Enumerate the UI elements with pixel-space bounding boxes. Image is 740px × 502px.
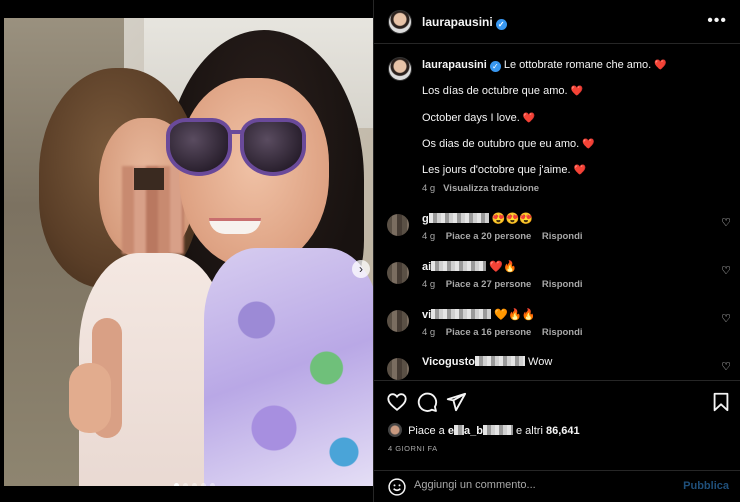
comment-likes[interactable]: Piace a 16 persone (446, 327, 532, 338)
likes-suffix: e altri (515, 425, 543, 437)
carousel-dot (201, 483, 206, 486)
heart-emoji: ❤️ (573, 165, 587, 176)
post-media[interactable]: › (0, 0, 373, 502)
like-heart-icon[interactable] (386, 391, 408, 413)
comment-meta: 4 g Piace a 27 persone Rispondi (422, 279, 583, 290)
post-time-ago: 4 GIORNI FA (388, 444, 438, 453)
reply-button[interactable]: Rispondi (542, 327, 583, 338)
redacted-username (431, 261, 487, 271)
caption-text-2: Los días de octubre que amo. (422, 85, 568, 97)
reply-button[interactable]: Rispondi (542, 231, 583, 242)
floral-blouse (204, 248, 373, 486)
heart-emoji: ❤️ (570, 86, 584, 97)
comment-text: 🧡🔥🔥 (494, 309, 536, 321)
more-options-icon[interactable]: ••• (707, 12, 727, 30)
comments-list[interactable]: laurapausini ✓ Le ottobrate romane che am… (374, 44, 740, 380)
redacted-username (428, 213, 489, 223)
comment-2: ai ❤️🔥 (422, 260, 517, 273)
comment-likes[interactable]: Piace a 27 persone (446, 279, 532, 290)
translate-link[interactable]: Visualizza traduzione (443, 183, 539, 194)
comment-time: 4 g (422, 231, 436, 242)
comment-avatar[interactable] (387, 262, 409, 284)
next-photo-button[interactable]: › (352, 260, 370, 278)
verified-badge-icon: ✓ (495, 19, 507, 30)
like-comment-heart-icon[interactable]: ♡ (721, 264, 731, 277)
caption-username[interactable]: laurapausini (422, 59, 487, 71)
avatar[interactable] (388, 10, 412, 34)
comment-text: 😍😍😍 (491, 213, 533, 225)
sunglasses-right-lens (240, 118, 306, 176)
caption-text-4: Os dias de outubro que eu amo. (422, 138, 580, 150)
smile (209, 218, 261, 234)
post-photo[interactable]: › (4, 18, 373, 486)
comment-avatar[interactable] (387, 214, 409, 236)
heart-emoji: ❤️ (522, 113, 536, 124)
caption-text-1: Le ottobrate romane che amo. (503, 59, 652, 71)
comment-text: Wow (528, 356, 553, 368)
likes-prefix: Piace a (408, 425, 445, 437)
comment-1: g 😍😍😍 (422, 212, 533, 225)
header-username-text[interactable]: laurapausini (422, 15, 493, 29)
emoji-smiley-icon[interactable] (387, 477, 407, 497)
caption-line-3: October days I love. ❤️ (422, 112, 535, 124)
caption-avatar[interactable] (388, 57, 412, 81)
face-blur-pixelation-dark (134, 168, 164, 190)
caption-text-3: October days I love. (422, 112, 520, 124)
hand (69, 363, 111, 433)
caption-time: 4 g (422, 183, 436, 194)
redacted-username (482, 425, 513, 435)
caption-line-2: Los días de octubre que amo. ❤️ (422, 85, 583, 97)
carousel-dot (210, 483, 215, 486)
comment-avatar[interactable] (387, 310, 409, 332)
heart-emoji: ❤️ (654, 60, 667, 71)
post-header: laurapausini ✓ ••• (374, 0, 740, 44)
comment-time: 4 g (422, 279, 436, 290)
comment-time: 4 g (422, 327, 436, 338)
publish-button[interactable]: Pubblica (683, 480, 729, 492)
comment-text: ❤️🔥 (489, 261, 517, 273)
comment-3: vi 🧡🔥🔥 (422, 308, 535, 321)
header-username[interactable]: laurapausini ✓ (422, 15, 507, 30)
redacted-username (453, 425, 464, 435)
share-send-icon[interactable] (445, 391, 467, 413)
like-comment-heart-icon[interactable]: ♡ (721, 360, 731, 373)
comment-likes[interactable]: Piace a 20 persone (446, 231, 532, 242)
comment-meta: 4 g Piace a 20 persone Rispondi (422, 231, 583, 242)
liker-username-mid[interactable]: a_b (464, 425, 483, 437)
likes-count[interactable]: 86,641 (546, 425, 580, 437)
like-comment-heart-icon[interactable]: ♡ (721, 216, 731, 229)
comment-username[interactable]: Vicogusto (422, 356, 475, 368)
comment-meta: 4 g Piace a 16 persone Rispondi (422, 327, 583, 338)
like-comment-heart-icon[interactable]: ♡ (721, 312, 731, 325)
heart-emoji: ❤️ (582, 139, 595, 150)
caption-line-5: Les jours d'octobre que j'aime. ❤️ (422, 164, 586, 176)
redacted-username (474, 356, 525, 366)
comment-username[interactable]: ai (422, 261, 431, 273)
caption-line-4: Os dias de outubro que eu amo. ❤️ (422, 138, 595, 150)
verified-badge-icon: ✓ (489, 61, 501, 72)
post-actions: Piace a e a_b e altri 86,641 4 GIORNI FA (374, 380, 740, 470)
comment-bubble-icon[interactable] (416, 391, 438, 413)
carousel-dots (174, 483, 215, 486)
carousel-dot-active (174, 483, 179, 486)
bookmark-icon[interactable] (710, 391, 732, 413)
comment-username[interactable]: vi (422, 309, 431, 321)
redacted-username (431, 309, 492, 319)
carousel-dot (183, 483, 188, 486)
sunglasses-left-lens (166, 118, 232, 176)
sunglasses-bridge (228, 130, 244, 134)
comment-4: Vicogusto Wow (422, 356, 552, 368)
caption-text-5: Les jours d'octobre que j'aime. (422, 164, 571, 176)
post-side-panel: laurapausini ✓ ••• laurapausini ✓ Le ottob… (373, 0, 740, 502)
reply-button[interactable]: Rispondi (542, 279, 583, 290)
comment-username[interactable]: g (422, 213, 429, 225)
caption-meta: 4 g Visualizza traduzione (422, 183, 539, 194)
liker-avatar (388, 423, 402, 437)
add-comment-input[interactable] (414, 479, 674, 491)
caption-line-1: laurapausini ✓ Le ottobrate romane che am… (422, 59, 667, 72)
likes-summary[interactable]: Piace a e a_b e altri 86,641 (388, 423, 580, 437)
comment-avatar[interactable] (387, 358, 409, 380)
add-comment-bar: Pubblica (374, 470, 740, 502)
carousel-dot (192, 483, 197, 486)
